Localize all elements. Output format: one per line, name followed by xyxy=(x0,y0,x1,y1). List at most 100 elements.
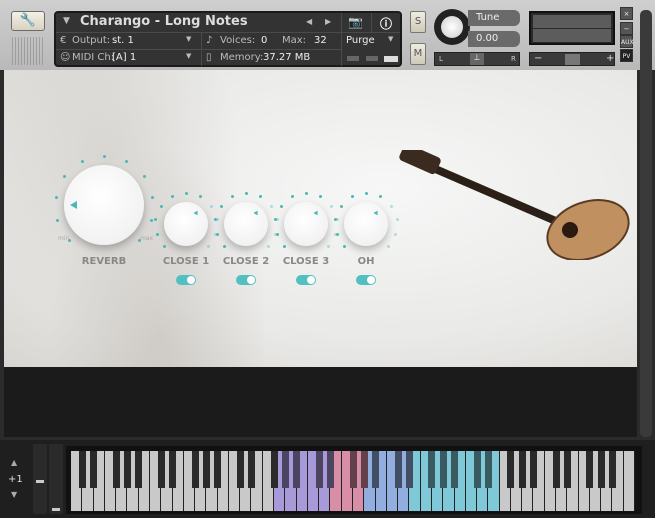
mic-toggle[interactable] xyxy=(236,275,256,285)
black-key[interactable] xyxy=(563,451,571,488)
output-icon: € xyxy=(60,35,67,46)
knob-close-3[interactable] xyxy=(284,202,328,246)
next-instrument-icon[interactable]: ▶ xyxy=(325,17,331,26)
black-key[interactable] xyxy=(349,451,357,488)
black-key[interactable] xyxy=(439,451,447,488)
knob-oh[interactable] xyxy=(344,202,388,246)
knob-tick xyxy=(275,232,279,236)
black-key[interactable] xyxy=(281,451,289,488)
tune-knob[interactable] xyxy=(434,9,470,45)
black-key[interactable] xyxy=(372,451,380,488)
knob-close-1[interactable] xyxy=(164,202,208,246)
black-key[interactable] xyxy=(394,451,402,488)
tune-value[interactable]: 0.00 xyxy=(468,31,520,47)
knob-reverb[interactable] xyxy=(64,165,144,245)
black-key[interactable] xyxy=(191,451,199,488)
midi-channel-select[interactable]: [A] 1 xyxy=(112,52,136,63)
knob-pointer-icon xyxy=(313,210,318,216)
black-key[interactable] xyxy=(169,451,177,488)
knob-tick xyxy=(206,244,210,248)
black-key[interactable] xyxy=(293,451,301,488)
knob-tick xyxy=(339,204,343,208)
knob-pointer-icon xyxy=(253,210,258,216)
instrument-title[interactable]: Charango - Long Notes xyxy=(80,14,248,29)
black-key[interactable] xyxy=(90,451,98,488)
octave-down-icon[interactable]: ▼ xyxy=(11,490,17,499)
close-button[interactable]: × xyxy=(620,7,633,20)
pan-handle[interactable]: ⊥ xyxy=(470,53,484,65)
black-key[interactable] xyxy=(405,451,413,488)
purge-menu[interactable]: Purge xyxy=(346,35,375,46)
info-icon[interactable]: ⓘ xyxy=(380,15,392,32)
black-key[interactable] xyxy=(135,451,143,488)
camera-icon[interactable]: 📷 xyxy=(348,15,363,29)
knob-tick xyxy=(283,244,287,248)
black-key[interactable] xyxy=(123,451,131,488)
knob-pointer-icon xyxy=(193,210,198,216)
volume-handle[interactable] xyxy=(565,54,580,65)
memory-label: Memory: xyxy=(220,52,264,63)
aux-button[interactable]: AUX xyxy=(620,35,634,48)
knob-tick xyxy=(390,204,394,208)
black-key[interactable] xyxy=(552,451,560,488)
pv-button[interactable]: PV xyxy=(620,49,633,62)
minimize-button[interactable]: − xyxy=(620,22,633,35)
black-key[interactable] xyxy=(586,451,594,488)
octave-up-icon[interactable]: ▲ xyxy=(11,458,17,467)
black-key[interactable] xyxy=(518,451,526,488)
black-key[interactable] xyxy=(428,451,436,488)
knob-tick xyxy=(330,204,334,208)
output-dropdown-icon[interactable]: ▼ xyxy=(186,35,191,43)
black-key[interactable] xyxy=(202,451,210,488)
black-key[interactable] xyxy=(473,451,481,488)
black-key[interactable] xyxy=(484,451,492,488)
knob-max-label: max xyxy=(140,235,154,242)
knob-min-label: min xyxy=(58,235,70,242)
knob-close-2[interactable] xyxy=(224,202,268,246)
black-key[interactable] xyxy=(451,451,459,488)
knob-tick xyxy=(103,155,106,158)
pitch-wheel[interactable] xyxy=(33,444,47,514)
instrument-menu-arrow-icon[interactable]: ▼ xyxy=(63,16,70,26)
purge-led xyxy=(347,56,359,61)
level-meter xyxy=(529,11,615,45)
max-voices-value[interactable]: 32 xyxy=(314,35,327,46)
knob-tick xyxy=(365,192,368,195)
toggle-knob xyxy=(187,276,195,284)
black-key[interactable] xyxy=(78,451,86,488)
volume-slider[interactable]: − + xyxy=(529,52,615,66)
mic-toggle[interactable] xyxy=(176,275,196,285)
memory-icon: ▯ xyxy=(206,52,212,63)
voices-icon: ♪ xyxy=(206,35,213,46)
black-key[interactable] xyxy=(236,451,244,488)
black-key[interactable] xyxy=(270,451,278,488)
mute-button[interactable]: M xyxy=(410,43,426,65)
purge-dropdown-icon[interactable]: ▼ xyxy=(388,35,393,43)
knob-tick xyxy=(163,244,167,248)
black-key[interactable] xyxy=(247,451,255,488)
scrollbar[interactable] xyxy=(640,10,652,437)
black-key[interactable] xyxy=(214,451,222,488)
black-key[interactable] xyxy=(507,451,515,488)
black-key[interactable] xyxy=(157,451,165,488)
mod-wheel[interactable] xyxy=(49,444,63,514)
output-select[interactable]: st. 1 xyxy=(112,35,134,46)
memory-value: 37.27 MB xyxy=(263,52,311,63)
midi-dropdown-icon[interactable]: ▼ xyxy=(186,52,191,60)
mic-toggle[interactable] xyxy=(296,275,316,285)
white-key[interactable] xyxy=(623,451,635,511)
black-key[interactable] xyxy=(315,451,323,488)
black-key[interactable] xyxy=(597,451,605,488)
prev-instrument-icon[interactable]: ◀ xyxy=(306,17,312,26)
pan-slider[interactable]: L ⊥ R xyxy=(434,52,520,66)
black-key[interactable] xyxy=(326,451,334,488)
black-key[interactable] xyxy=(608,451,616,488)
mic-toggle[interactable] xyxy=(356,275,376,285)
black-key[interactable] xyxy=(112,451,120,488)
knob-tick xyxy=(343,244,347,248)
knob-tick xyxy=(155,232,159,236)
black-key[interactable] xyxy=(360,451,368,488)
black-key[interactable] xyxy=(529,451,537,488)
wrench-icon[interactable]: 🔧 xyxy=(11,11,45,31)
solo-button[interactable]: S xyxy=(410,11,426,33)
